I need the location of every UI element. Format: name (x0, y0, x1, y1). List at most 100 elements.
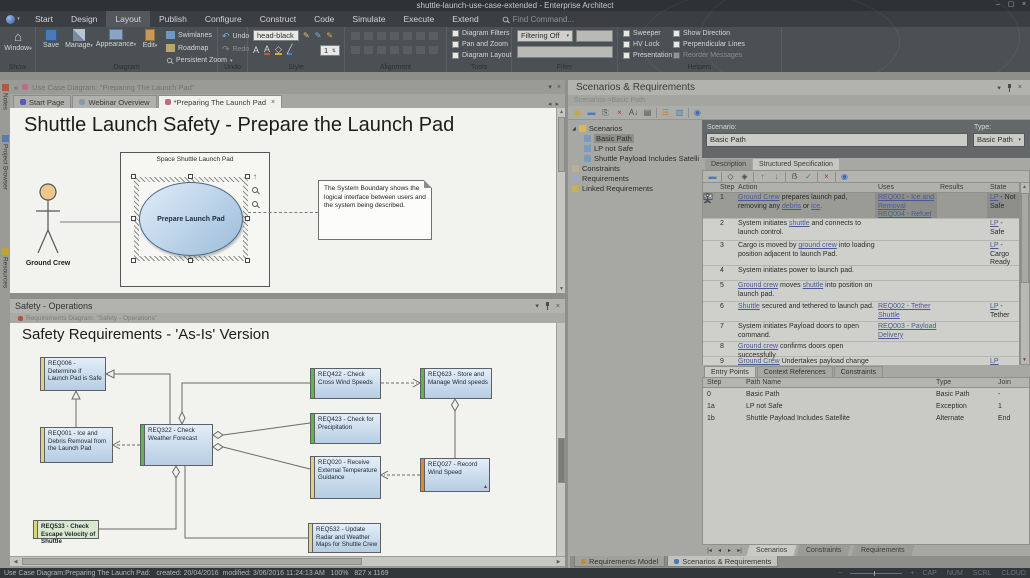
scrollbar-thumb[interactable] (558, 117, 565, 172)
tab-scroll-right-icon[interactable]: ▸ (555, 100, 559, 108)
state-cell[interactable]: LP (987, 357, 1019, 365)
spec-row[interactable]: 9Ground Crew Undertakes payload change o… (703, 357, 1019, 365)
scenario-name-input[interactable]: Basic Path (706, 133, 968, 147)
scenario-type-select[interactable]: Basic Path ▾ (973, 133, 1025, 147)
column-header-step[interactable]: Step (717, 183, 735, 192)
ribbon-tab-configure[interactable]: Configure (196, 11, 251, 27)
requirement-element[interactable]: REQ533 - Check Escape Velocity of Shuttl… (33, 520, 99, 539)
rotate-handle-icon[interactable] (252, 186, 258, 195)
state-cell[interactable] (987, 266, 1019, 280)
action-cell[interactable]: System initiates shuttle and connects to… (735, 219, 875, 240)
ribbon-tab-design[interactable]: Design (62, 11, 106, 27)
style-font-select[interactable]: head-black▾ (253, 30, 299, 41)
actor-label[interactable]: Ground Crew (18, 260, 78, 267)
column-header-state[interactable]: State (987, 183, 1019, 192)
status-toggle-cap[interactable]: CAP (922, 570, 936, 577)
state-cell[interactable]: LP - Safe (987, 219, 1019, 240)
scroll-left-icon[interactable]: ◀ (12, 559, 19, 565)
action-cell[interactable]: Ground Crew Undertakes payload change ou… (735, 357, 875, 365)
format-painter-icon[interactable]: ✎ (303, 31, 310, 40)
alignment-icon[interactable] (403, 32, 412, 40)
toolbar-tree-icon[interactable]: ☰ (660, 107, 671, 118)
scroll-down-icon[interactable]: ▼ (558, 286, 565, 292)
maximize-button[interactable]: ▢ (1005, 0, 1017, 10)
dock-tab-resources[interactable]: Resources (0, 248, 10, 288)
zoom-in-button[interactable]: + (910, 570, 914, 577)
state-cell[interactable]: LP - Not Safe (987, 193, 1019, 218)
window-button[interactable]: ⌂ Window▾ (4, 29, 32, 52)
spec-table-scrollbar[interactable]: ▲ ▼ (1020, 182, 1030, 365)
state-cell[interactable]: LP - Tether (987, 302, 1019, 321)
alignment-icon[interactable] (390, 46, 399, 54)
appearance-button[interactable]: Appearance▾ (94, 29, 138, 48)
state-cell[interactable] (987, 281, 1019, 301)
selection-handle[interactable] (245, 258, 250, 263)
alignment-icon[interactable] (364, 46, 373, 54)
uses-link[interactable]: REQ001 - Ice and Removal (878, 194, 937, 211)
tab-entry-points[interactable]: Entry Points (704, 366, 756, 377)
pen-icon[interactable]: ✎ (315, 31, 322, 40)
dock-tab-project-browser[interactable]: Project Browser (0, 135, 10, 190)
link-text[interactable]: Shuttle (738, 303, 760, 310)
scroll-right-icon[interactable]: ▶ (555, 559, 562, 565)
caption-close-icon[interactable]: × (557, 84, 561, 91)
toolbar-sort-icon[interactable]: A↓ (628, 107, 639, 118)
nav-prev-icon[interactable]: ◂ (715, 547, 724, 554)
quicklink-arrow-icon[interactable]: ↑ (253, 172, 257, 181)
pin-icon[interactable] (544, 302, 551, 310)
toolbar-help-icon[interactable]: ◉ (692, 107, 703, 118)
entry-row[interactable]: 1bShuttle Payload Includes SatelliteAlte… (703, 412, 1029, 424)
link-text[interactable]: Ground Crew (738, 194, 780, 201)
font-button[interactable]: A (253, 45, 259, 55)
link-text[interactable]: Ground crew (738, 343, 778, 350)
results-cell[interactable] (937, 322, 987, 341)
roadmap-button[interactable]: Roadmap (166, 44, 208, 52)
uses-cell[interactable] (875, 266, 937, 280)
toolbar-columns-icon[interactable]: ▥ (674, 107, 685, 118)
tree-item-linked-requirements[interactable]: Linked Requirements (572, 184, 653, 193)
alignment-icon[interactable] (403, 46, 412, 54)
checkbox-perpendicular-lines[interactable]: Perpendicular Lines (673, 41, 745, 48)
column-header-type[interactable]: Type (933, 378, 995, 387)
status-toggle-cloud[interactable]: CLOUD (1001, 570, 1026, 577)
alignment-icon[interactable] (351, 32, 360, 40)
doc-tab[interactable]: *Preparing The Launch Pad× (158, 95, 283, 108)
spec-row[interactable]: 5Ground crew moves shuttle into position… (703, 281, 1019, 302)
column-header-results[interactable]: Results (937, 183, 987, 192)
tab-structured-specification[interactable]: Structured Specification (753, 159, 839, 170)
checkbox-pan-and-zoom[interactable]: Pan and Zoom (452, 41, 508, 48)
scrollbar-thumb[interactable] (22, 558, 362, 565)
expand-icon[interactable]: ◢ (572, 126, 576, 132)
selection-handle[interactable] (188, 258, 193, 263)
status-toggle-scrl[interactable]: SCRL (973, 570, 992, 577)
nav-first-icon[interactable]: |◂ (705, 547, 714, 554)
filter-select[interactable]: Filtering Off▾ (517, 30, 573, 42)
fill-color-button[interactable]: ◇ (275, 45, 282, 55)
status-toggle-num[interactable]: NUM (947, 570, 963, 577)
alignment-icon[interactable] (377, 32, 386, 40)
uses-cell[interactable] (875, 241, 937, 265)
checkbox-hv-lock[interactable]: HV Lock (623, 41, 659, 48)
manage-button[interactable]: Manage▾ (64, 29, 94, 49)
requirements-canvas-hscrollbar[interactable]: ◀ ▶ (10, 556, 565, 566)
requirement-element[interactable]: REQ001 - Ice and Debris Removal from the… (40, 427, 113, 463)
column-header-path-name[interactable]: Path Name (743, 378, 933, 387)
scrollbar-thumb[interactable] (558, 438, 565, 483)
toolbar-help-icon[interactable]: ◉ (839, 171, 850, 182)
toolbar-delete-icon[interactable]: × (821, 171, 832, 182)
selection-handle[interactable] (245, 174, 250, 179)
spec-row[interactable]: 1Ground Crew prepares launch pad, removi… (703, 193, 1019, 219)
action-cell[interactable]: System initiates Payload doors to open c… (735, 322, 875, 341)
alignment-icon[interactable] (416, 46, 425, 54)
entry-row[interactable]: 0Basic PathBasic Path- (703, 388, 1029, 400)
action-cell[interactable]: Shuttle secured and tethered to launch p… (735, 302, 875, 321)
link-text[interactable]: LP (990, 358, 999, 365)
zoom-handle-icon[interactable] (252, 200, 258, 209)
results-cell[interactable] (937, 241, 987, 265)
tree-item-constraints[interactable]: Constraints (572, 164, 620, 173)
toolbar-save-icon[interactable]: ▬ (707, 171, 718, 182)
toolbar-copy-icon[interactable]: ⎘ (600, 107, 611, 118)
scroll-up-icon[interactable]: ▲ (1021, 184, 1028, 190)
requirements-canvas-vscrollbar[interactable] (556, 323, 565, 556)
spec-row[interactable]: 7System initiates Payload doors to open … (703, 322, 1019, 342)
